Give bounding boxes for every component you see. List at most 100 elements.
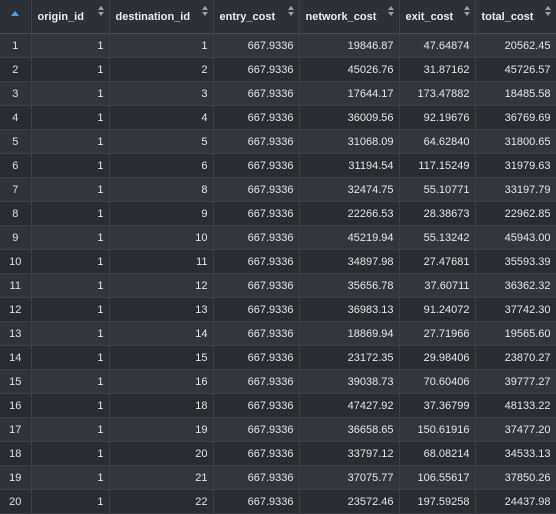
column-header-label: exit_cost <box>405 10 454 23</box>
table-row[interactable]: 16 1 18 667.9336 47427.92 37.36799 48133.22 <box>0 393 556 418</box>
column-header-network-cost[interactable]: network_cost <box>299 0 400 34</box>
cell-entry-cost: 667.9336 <box>213 225 300 250</box>
row-index-cell: 17 <box>0 417 32 442</box>
cell-network-cost: 22266.53 <box>299 201 400 226</box>
cell-total-cost: 34533.13 <box>475 441 556 466</box>
cell-destination-id: 8 <box>109 177 214 202</box>
cell-exit-cost: 27.47681 <box>399 249 476 274</box>
table-row[interactable]: 12 1 13 667.9336 36983.13 91.24072 37742.30 <box>0 297 556 322</box>
table-row[interactable]: 1 1 1 667.9336 19846.87 47.64874 20562.45 <box>0 33 556 58</box>
cell-origin-id: 1 <box>31 345 110 370</box>
table-row[interactable]: 7 1 8 667.9336 32474.75 55.10771 33197.79 <box>0 177 556 202</box>
column-header-total-cost[interactable]: total_cost <box>475 0 556 34</box>
cell-destination-id: 18 <box>109 393 214 418</box>
cell-destination-id: 10 <box>109 225 214 250</box>
column-header-origin-id[interactable]: origin_id <box>31 0 110 34</box>
column-header-destination-id[interactable]: destination_id <box>109 0 214 34</box>
cell-exit-cost: 37.60711 <box>399 273 476 298</box>
table-row[interactable]: 15 1 16 667.9336 39038.73 70.60406 39777.27 <box>0 369 556 394</box>
table-row[interactable]: 10 1 11 667.9336 34897.98 27.47681 35593.39 <box>0 249 556 274</box>
cell-network-cost: 36983.13 <box>299 297 400 322</box>
sort-toggle-icon <box>544 6 552 20</box>
cell-total-cost: 19565.60 <box>475 321 556 346</box>
table-row[interactable]: 17 1 19 667.9336 36658.65 150.61916 37477.20 <box>0 417 556 442</box>
cell-origin-id: 1 <box>31 129 110 154</box>
table-row[interactable]: 11 1 12 667.9336 35656.78 37.60711 36362.32 <box>0 273 556 298</box>
table-row[interactable]: 6 1 6 667.9336 31194.54 117.15249 31979.63 <box>0 153 556 178</box>
cell-exit-cost: 55.10771 <box>399 177 476 202</box>
cell-network-cost: 23172.35 <box>299 345 400 370</box>
cell-network-cost: 33797.12 <box>299 441 400 466</box>
table-row[interactable]: 19 1 21 667.9336 37075.77 106.55617 37850.26 <box>0 465 556 490</box>
sort-toggle-icon <box>387 6 395 20</box>
cell-exit-cost: 64.62840 <box>399 129 476 154</box>
table-row[interactable]: 14 1 15 667.9336 23172.35 29.98406 23870.27 <box>0 345 556 370</box>
column-header-entry-cost[interactable]: entry_cost <box>213 0 300 34</box>
cell-origin-id: 1 <box>31 57 110 82</box>
cell-exit-cost: 55.13242 <box>399 225 476 250</box>
row-index-cell: 5 <box>0 129 32 154</box>
cell-total-cost: 22962.85 <box>475 201 556 226</box>
cell-total-cost: 20562.45 <box>475 33 556 58</box>
table-row[interactable]: 2 1 2 667.9336 45026.76 31.87162 45726.57 <box>0 57 556 82</box>
cell-exit-cost: 117.15249 <box>399 153 476 178</box>
row-index-cell: 14 <box>0 345 32 370</box>
cell-exit-cost: 31.87162 <box>399 57 476 82</box>
table-row[interactable]: 18 1 20 667.9336 33797.12 68.08214 34533.13 <box>0 441 556 466</box>
cell-origin-id: 1 <box>31 369 110 394</box>
row-index-cell: 7 <box>0 177 32 202</box>
cell-exit-cost: 70.60406 <box>399 369 476 394</box>
cell-entry-cost: 667.9336 <box>213 129 300 154</box>
cell-origin-id: 1 <box>31 249 110 274</box>
cell-exit-cost: 37.36799 <box>399 393 476 418</box>
column-header-label: total_cost <box>481 10 534 23</box>
cell-network-cost: 34897.98 <box>299 249 400 274</box>
row-index-header[interactable] <box>0 0 32 34</box>
cell-total-cost: 45943.00 <box>475 225 556 250</box>
row-index-cell: 15 <box>0 369 32 394</box>
cell-destination-id: 21 <box>109 465 214 490</box>
table-row[interactable]: 5 1 5 667.9336 31068.09 64.62840 31800.65 <box>0 129 556 154</box>
cell-entry-cost: 667.9336 <box>213 57 300 82</box>
table-row[interactable]: 3 1 3 667.9336 17644.17 173.47882 18485.58 <box>0 81 556 106</box>
table-row[interactable]: 13 1 14 667.9336 18869.94 27.71966 19565.60 <box>0 321 556 346</box>
column-header-exit-cost[interactable]: exit_cost <box>399 0 476 34</box>
cell-entry-cost: 667.9336 <box>213 321 300 346</box>
table-row[interactable]: 4 1 4 667.9336 36009.56 92.19676 36769.69 <box>0 105 556 130</box>
cell-exit-cost: 29.98406 <box>399 345 476 370</box>
row-index-cell: 18 <box>0 441 32 466</box>
row-index-cell: 2 <box>0 57 32 82</box>
cell-destination-id: 15 <box>109 345 214 370</box>
cell-entry-cost: 667.9336 <box>213 297 300 322</box>
cell-total-cost: 45726.57 <box>475 57 556 82</box>
cell-entry-cost: 667.9336 <box>213 201 300 226</box>
cell-entry-cost: 667.9336 <box>213 393 300 418</box>
column-header-label: entry_cost <box>219 10 276 23</box>
cell-destination-id: 5 <box>109 129 214 154</box>
table-row[interactable]: 8 1 9 667.9336 22266.53 28.38673 22962.85 <box>0 201 556 226</box>
cell-total-cost: 31800.65 <box>475 129 556 154</box>
cell-origin-id: 1 <box>31 393 110 418</box>
row-index-cell: 10 <box>0 249 32 274</box>
row-index-cell: 11 <box>0 273 32 298</box>
row-index-cell: 16 <box>0 393 32 418</box>
table-row[interactable]: 9 1 10 667.9336 45219.94 55.13242 45943.00 <box>0 225 556 250</box>
cell-origin-id: 1 <box>31 105 110 130</box>
cell-origin-id: 1 <box>31 321 110 346</box>
cell-origin-id: 1 <box>31 417 110 442</box>
cell-network-cost: 18869.94 <box>299 321 400 346</box>
cell-total-cost: 48133.22 <box>475 393 556 418</box>
row-index-cell: 4 <box>0 105 32 130</box>
cell-network-cost: 39038.73 <box>299 369 400 394</box>
row-index-cell: 9 <box>0 225 32 250</box>
cell-entry-cost: 667.9336 <box>213 81 300 106</box>
cell-network-cost: 36658.65 <box>299 417 400 442</box>
cell-exit-cost: 92.19676 <box>399 105 476 130</box>
column-header-label: origin_id <box>37 10 84 23</box>
cell-entry-cost: 667.9336 <box>213 177 300 202</box>
cell-network-cost: 36009.56 <box>299 105 400 130</box>
cell-total-cost: 36362.32 <box>475 273 556 298</box>
cell-destination-id: 2 <box>109 57 214 82</box>
cell-origin-id: 1 <box>31 177 110 202</box>
cell-destination-id: 12 <box>109 273 214 298</box>
